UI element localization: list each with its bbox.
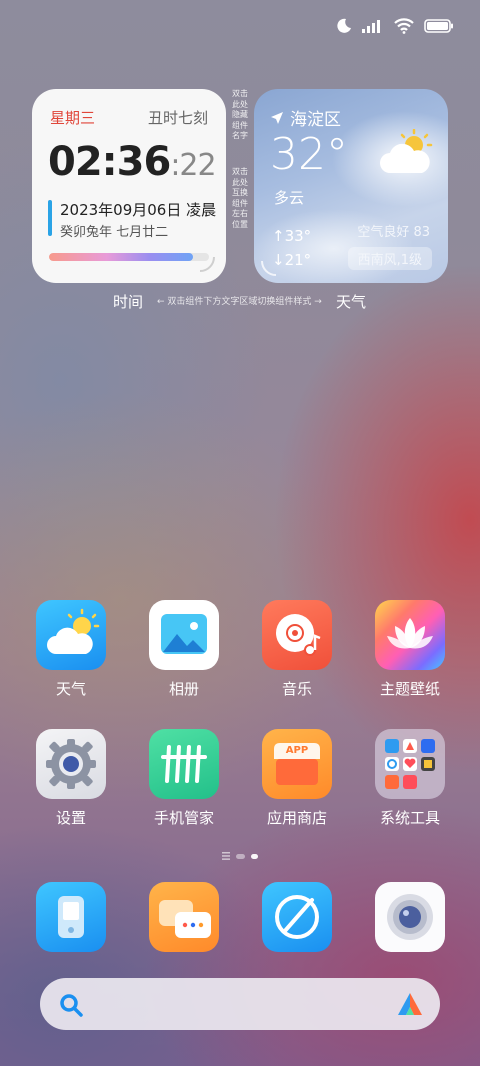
folder-icon (375, 729, 445, 799)
app-music[interactable]: 音乐 (252, 600, 342, 699)
date-label: 2023年09月06日 凌晨 (60, 201, 217, 219)
app-label: 音乐 (281, 680, 312, 698)
page-list-icon[interactable] (222, 852, 230, 860)
time-widget-label[interactable]: 时间 (113, 291, 143, 312)
day-progress-bar (49, 253, 209, 261)
lunar-date-label: 癸卯兔年 七月廿二 (60, 225, 169, 240)
app-store-icon: APP (262, 729, 332, 799)
location-label: 海淀区 (290, 110, 341, 130)
wifi-icon (394, 18, 414, 34)
settings-icon (36, 729, 106, 799)
condition-label: 多云 (274, 189, 305, 207)
moon-icon (337, 18, 351, 33)
air-quality-label: 空气良好 83 (357, 225, 430, 240)
app-label: 主题壁纸 (379, 680, 440, 698)
low-temp-label: 21° (284, 251, 312, 269)
high-temp-row: ↑33° (272, 227, 312, 245)
resize-corner-icon[interactable] (260, 259, 278, 277)
app-label: 手机管家 (153, 809, 214, 827)
switch-style-hint: ← 双击组件下方文字区域切换组件样式 → (157, 297, 322, 307)
swap-position-hint[interactable]: 双击此处互换组件左右位置 (231, 167, 249, 230)
dock-messages[interactable] (139, 882, 229, 952)
app-label: 应用商店 (266, 809, 327, 827)
gallery-icon (149, 600, 219, 670)
resize-corner-icon[interactable] (198, 255, 216, 273)
clock-seconds: :22 (170, 148, 216, 183)
dock-phone[interactable] (26, 882, 116, 952)
page-dot[interactable] (251, 853, 258, 859)
hide-name-hint[interactable]: 双击此处隐藏组件名字 (231, 89, 249, 142)
app-label: 系统工具 (379, 809, 440, 827)
music-icon (262, 600, 332, 670)
messages-icon (149, 882, 219, 952)
browser-icon (262, 882, 332, 952)
app-label: 相册 (168, 680, 199, 698)
app-store[interactable]: APP 应用商店 (252, 729, 342, 828)
phone-icon (36, 882, 106, 952)
page-indicator (222, 852, 258, 860)
weekday-label: 星期三 (50, 109, 96, 127)
clock-display: 02:36:22 (48, 139, 217, 185)
dock-browser[interactable] (252, 882, 342, 952)
shichen-label: 丑时七刻 (147, 109, 208, 127)
signal-icon (362, 20, 380, 33)
app-security[interactable]: 手机管家 (139, 729, 229, 828)
themes-icon (375, 600, 445, 670)
weather-widget[interactable]: 海淀区 32° 多云 ↑33° ↓21° 空气良好 83 西南风,1级 (254, 89, 448, 283)
partly-cloudy-icon (380, 129, 433, 173)
app-weather[interactable]: 天气 (26, 600, 116, 699)
search-icon (60, 994, 83, 1017)
weather-widget-label[interactable]: 天气 (336, 291, 366, 312)
app-label: 天气 (55, 680, 86, 698)
app-themes[interactable]: 主题壁纸 (365, 600, 455, 699)
location-arrow-icon (271, 111, 283, 124)
dock-camera[interactable] (365, 882, 455, 952)
clock-hours-minutes: 02:36 (48, 139, 171, 185)
app-folder-system-tools[interactable]: 系统工具 (365, 729, 455, 828)
day-progress-fill (49, 253, 193, 261)
location-row: 海淀区 (270, 105, 341, 130)
camera-icon (375, 882, 445, 952)
search-bar[interactable] (40, 978, 440, 1030)
security-icon (149, 729, 219, 799)
app-label: 设置 (55, 809, 86, 827)
time-widget[interactable]: 星期三 丑时七刻 02:36:22 2023年09月06日 凌晨 癸卯兔年 七月… (32, 89, 226, 283)
date-accent-bar (48, 200, 52, 236)
temperature-label: 32° (270, 129, 348, 180)
wind-badge: 西南风,1级 (347, 247, 432, 270)
app-gallery[interactable]: 相册 (139, 600, 229, 699)
high-temp-label: 33° (284, 227, 312, 245)
status-bar (336, 18, 454, 34)
app-settings[interactable]: 设置 (26, 729, 116, 828)
battery-icon (424, 19, 453, 33)
app-store-badge: APP (285, 745, 309, 756)
page-dot[interactable] (236, 853, 245, 859)
weather-icon (36, 600, 106, 670)
assistant-icon[interactable] (396, 991, 424, 1017)
